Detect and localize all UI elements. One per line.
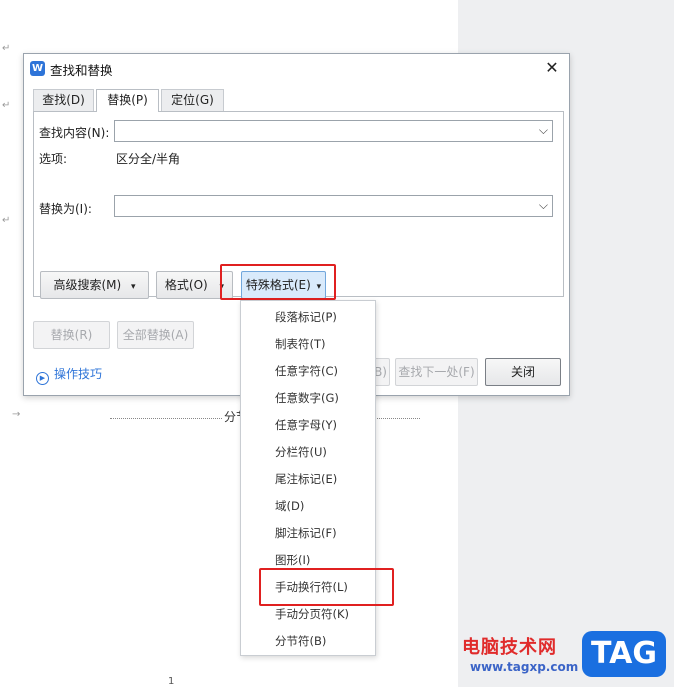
close-icon[interactable]: ✕	[541, 57, 563, 79]
menu-item-footnote-mark[interactable]: 脚注标记(F)	[275, 524, 337, 542]
menu-item-paragraph-mark[interactable]: 段落标记(P)	[275, 308, 337, 326]
menu-item-endnote-mark[interactable]: 尾注标记(E)	[275, 470, 337, 488]
close-button[interactable]: 关闭	[485, 358, 561, 386]
paragraph-mark-icon: ↵	[2, 100, 11, 111]
double-chevron-icon: ▾	[131, 282, 136, 292]
replace-label: 替换为(I):	[39, 202, 92, 216]
menu-item-any-digit[interactable]: 任意数字(G)	[275, 389, 339, 407]
replace-input[interactable]: ⌵	[114, 195, 553, 217]
watermark-tag-logo: TAG	[582, 631, 666, 677]
paragraph-mark-icon: ↵	[2, 215, 11, 226]
highlight-box-manual-line-break	[259, 568, 394, 606]
page-number: 1	[168, 676, 175, 687]
advanced-search-label: 高级搜索(M)	[53, 278, 122, 292]
replace-all-button[interactable]: 全部替换(A)	[117, 321, 194, 349]
options-label: 选项:	[39, 152, 68, 166]
tab-replace[interactable]: 替换(P)	[96, 89, 159, 112]
dialog-titlebar[interactable]: W 查找和替换 ✕	[24, 54, 569, 82]
menu-item-tab-char[interactable]: 制表符(T)	[275, 335, 326, 353]
menu-item-section-break[interactable]: 分节符(B)	[275, 632, 326, 650]
tips-link[interactable]: ▶ 操作技巧	[36, 365, 102, 385]
find-label: 查找内容(N):	[39, 126, 110, 140]
arrow-mark-icon: →	[12, 409, 21, 420]
find-input[interactable]: ⌵	[114, 120, 553, 142]
watermark-site-name: 电脑技术网	[462, 637, 557, 658]
menu-item-any-char[interactable]: 任意字符(C)	[275, 362, 338, 380]
chevron-down-icon[interactable]: ⌵	[539, 198, 548, 213]
highlight-box-special-format	[220, 264, 336, 300]
menu-item-graphic[interactable]: 图形(I)	[275, 551, 310, 569]
format-label: 格式(O)	[164, 278, 208, 292]
menu-item-column-break[interactable]: 分栏符(U)	[275, 443, 327, 461]
tab-goto[interactable]: 定位(G)	[161, 89, 224, 111]
dialog-title: 查找和替换	[50, 63, 113, 78]
tips-label: 操作技巧	[54, 367, 103, 381]
chevron-down-icon[interactable]: ⌵	[539, 123, 548, 138]
options-value: 区分全/半角	[116, 152, 181, 166]
tab-find[interactable]: 查找(D)	[33, 89, 94, 111]
find-next-button[interactable]: 查找下一处(F)	[395, 358, 478, 386]
menu-item-field[interactable]: 域(D)	[275, 497, 304, 515]
paragraph-mark-icon: ↵	[2, 43, 11, 54]
replace-button[interactable]: 替换(R)	[33, 321, 110, 349]
menu-item-manual-page-break[interactable]: 手动分页符(K)	[275, 605, 349, 623]
wps-logo-icon: W	[30, 61, 45, 76]
advanced-search-button[interactable]: 高级搜索(M) ▾	[40, 271, 149, 299]
play-circle-icon: ▶	[36, 372, 49, 385]
menu-item-any-letter[interactable]: 任意字母(Y)	[275, 416, 337, 434]
watermark-url: www.tagxp.com	[470, 660, 579, 674]
